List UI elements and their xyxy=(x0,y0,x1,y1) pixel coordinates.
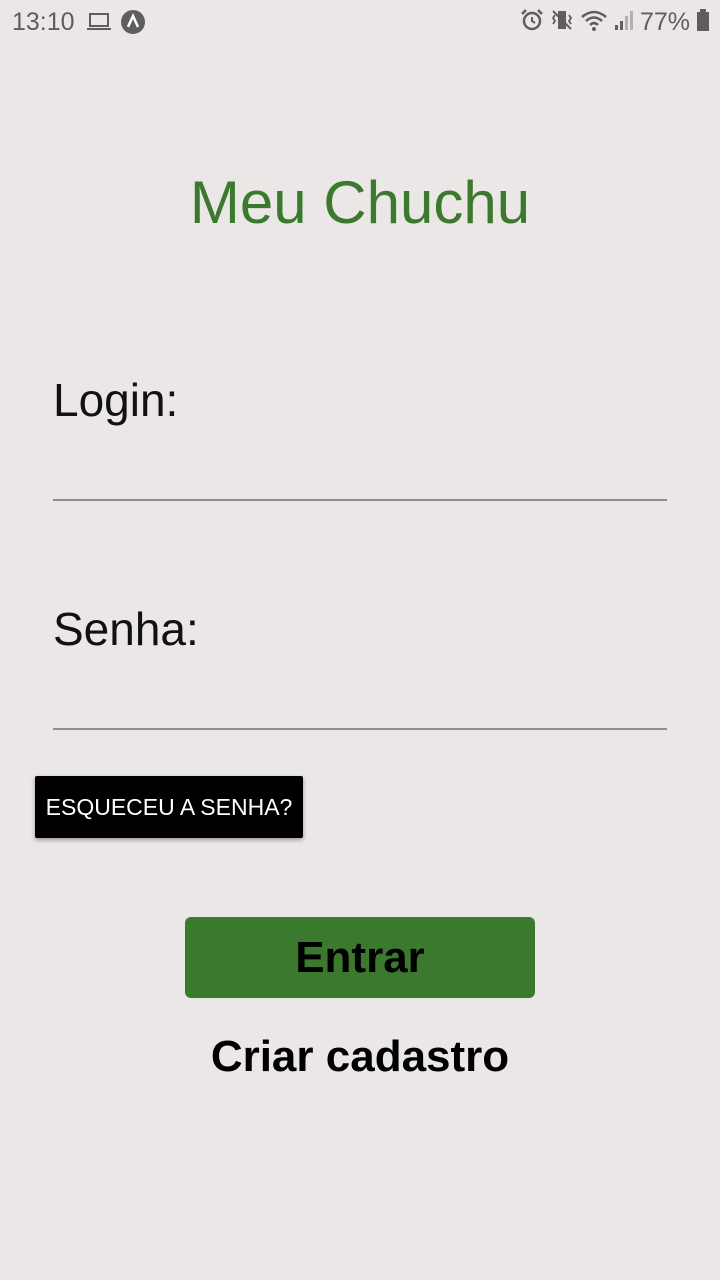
app-title: Meu Chuchu xyxy=(189,169,531,236)
login-button[interactable]: Entrar xyxy=(185,917,535,998)
alarm-icon xyxy=(520,8,544,37)
password-label: Senha: xyxy=(53,603,199,655)
vibrate-icon xyxy=(550,8,574,37)
login-label: Login: xyxy=(53,374,179,426)
laptop-icon xyxy=(86,11,112,38)
register-link[interactable]: Criar cadastro xyxy=(0,1032,720,1082)
app-notification-icon xyxy=(120,9,146,40)
status-bar: 13:10 77% xyxy=(0,0,720,44)
login-input[interactable] xyxy=(53,449,667,501)
forgot-password-button[interactable]: ESQUECEU A SENHA? xyxy=(35,776,303,838)
status-left-icons xyxy=(86,9,146,40)
wifi-icon xyxy=(580,8,608,37)
battery-percentage: 77% xyxy=(639,8,690,36)
battery-icon xyxy=(696,8,710,37)
status-time: 13:10 xyxy=(12,8,75,36)
password-input[interactable] xyxy=(53,678,667,730)
status-right-icons: 77% xyxy=(520,8,710,37)
signal-icon xyxy=(614,9,634,36)
